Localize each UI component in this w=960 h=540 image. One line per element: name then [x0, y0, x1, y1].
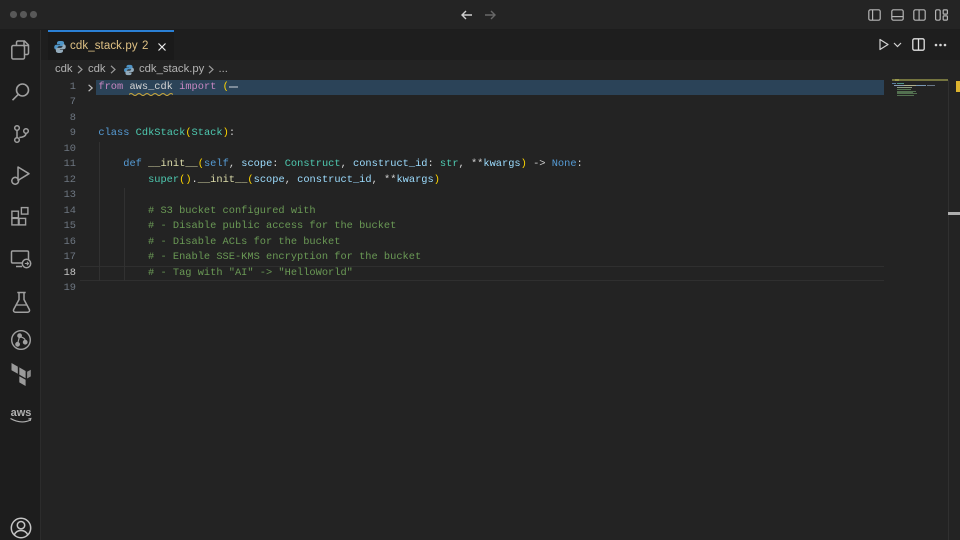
svg-text:aws: aws	[11, 407, 32, 419]
